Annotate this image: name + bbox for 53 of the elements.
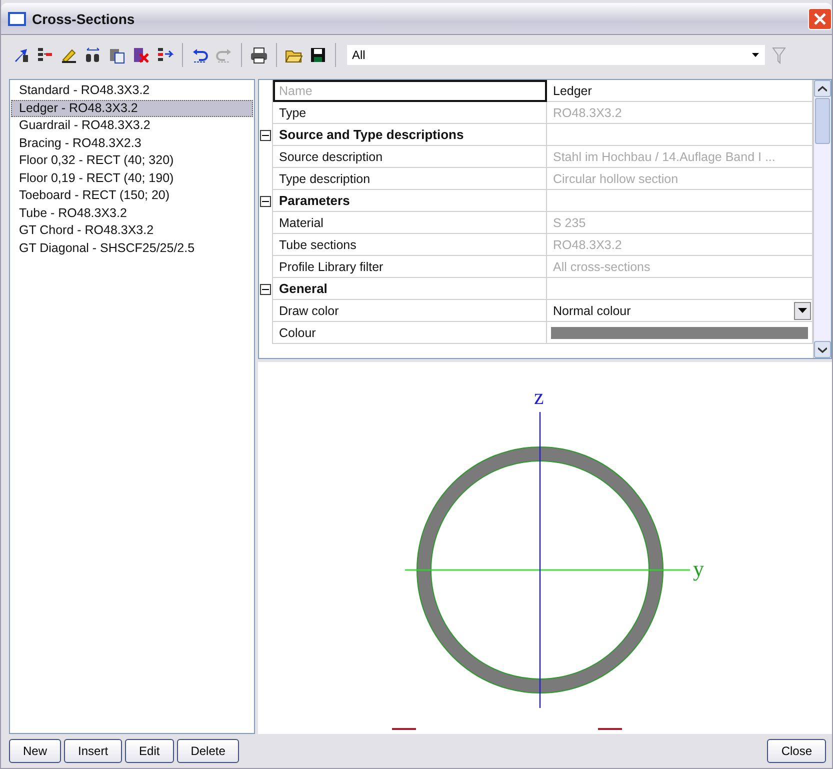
cross-section-item[interactable]: GT Diagonal - SHSCF25/25/2.5 (11, 240, 253, 257)
property-group: Parameters (273, 190, 547, 212)
property-name: Source description (273, 146, 547, 168)
scroll-thumb[interactable] (815, 98, 830, 144)
cross-section-item[interactable]: Bracing - RO48.3X2.3 (11, 134, 253, 152)
action-button[interactable]: Insert (64, 739, 122, 763)
cross-section-item[interactable]: Floor 0,19 - RECT (40; 190) (11, 170, 253, 187)
cross-section-item[interactable]: Standard - RO48.3X3.2 (11, 82, 253, 100)
window-title: Cross-Sections (32, 10, 135, 26)
cross-section-item[interactable]: Tube - RO48.3X3.2 (11, 204, 253, 222)
property-group: General (273, 278, 547, 300)
property-name: Draw color (273, 300, 547, 322)
property-value: Stahl im Hochbau / 14.Auflage Band I ... (547, 146, 813, 168)
property-name: Type (273, 102, 547, 124)
window-icon (8, 12, 26, 26)
action-button[interactable]: Delete (176, 739, 240, 763)
collapse-icon[interactable] (260, 196, 271, 206)
cross-section-item[interactable]: Floor 0,32 - RECT (40; 320) (11, 152, 253, 170)
filter-dropdown[interactable]: All (347, 45, 765, 65)
close-icon[interactable] (808, 8, 832, 30)
collapse-icon[interactable] (260, 130, 271, 140)
scroll-up-icon[interactable] (814, 80, 831, 97)
property-name: Type description (273, 168, 547, 190)
collapse-icon[interactable] (260, 284, 271, 294)
close-button[interactable]: Close (767, 739, 826, 763)
property-name: Name (273, 80, 547, 102)
property-name: Material (273, 212, 547, 234)
cross-section-item[interactable]: Ledger - RO48.3X3.2 (11, 100, 253, 117)
property-value: Ledger (547, 80, 813, 102)
delete-icon[interactable] (131, 45, 151, 65)
cross-section-item[interactable]: GT Chord - RO48.3X3.2 (11, 222, 253, 240)
property-name: Colour (273, 322, 547, 344)
action-button[interactable]: New (9, 739, 62, 763)
save-icon[interactable] (308, 45, 328, 65)
property-value[interactable]: Normal colour (553, 304, 631, 318)
action-button[interactable]: Edit (125, 739, 174, 763)
property-group: Source and Type descriptions (273, 124, 547, 146)
property-value: Circular hollow section (547, 168, 813, 190)
scroll-down-icon[interactable] (814, 341, 831, 358)
colour-swatch[interactable] (551, 326, 808, 338)
property-value: S 235 (547, 212, 813, 234)
property-value: RO48.3X3.2 (547, 234, 813, 256)
dropdown-arrow-icon[interactable] (752, 52, 760, 58)
axis-label: y (693, 558, 704, 580)
printer-icon[interactable] (249, 45, 269, 65)
property-name: Tube sections (273, 234, 547, 256)
property-value: All cross-sections (547, 256, 813, 278)
cross-section-item[interactable]: Toeboard - RECT (150; 20) (11, 187, 253, 204)
property-value: RO48.3X3.2 (547, 102, 813, 124)
axis-label: z (534, 386, 544, 408)
property-name: Profile Library filter (273, 256, 547, 278)
cross-section-item[interactable]: Guardrail - RO48.3X3.2 (11, 117, 253, 134)
scrollbar[interactable] (813, 80, 831, 358)
